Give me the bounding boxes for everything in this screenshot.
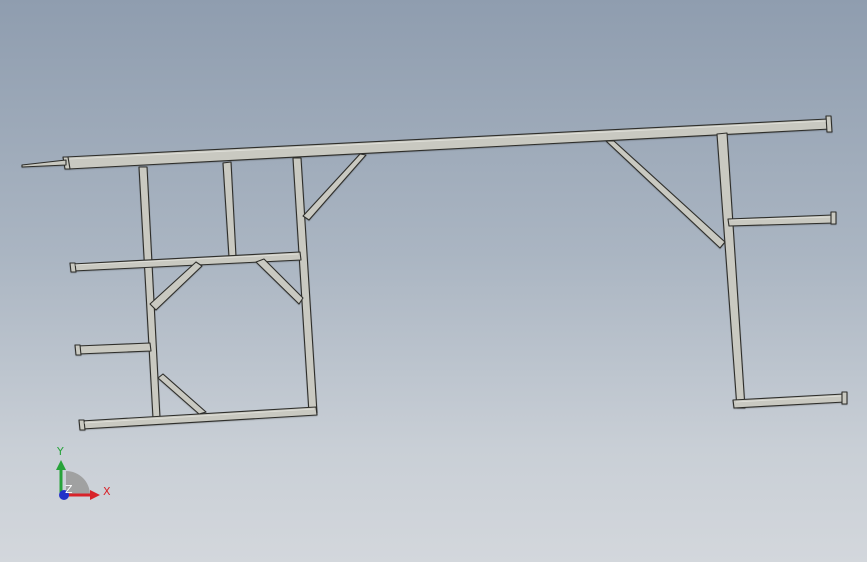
left-frame-post-2[interactable] xyxy=(222,161,237,258)
z-axis-label: Z xyxy=(65,483,73,496)
right-arm-lower-cap[interactable] xyxy=(841,391,848,405)
x-axis-label: X xyxy=(103,485,111,498)
y-axis-arrow xyxy=(56,460,66,470)
right-arm-upper-cap[interactable] xyxy=(830,211,837,225)
left-brace-upper-left[interactable] xyxy=(149,261,203,311)
right-brace[interactable] xyxy=(605,140,726,249)
left-frame-post-1[interactable] xyxy=(138,166,161,419)
left-arm-top-cap[interactable] xyxy=(69,262,77,273)
left-arm-middle-cap[interactable] xyxy=(74,344,82,356)
left-brace-lower[interactable] xyxy=(157,373,207,415)
left-brace-top[interactable] xyxy=(302,153,367,221)
frame-model[interactable] xyxy=(0,0,867,562)
x-axis-arrow xyxy=(90,490,100,500)
left-brace-upper-right[interactable] xyxy=(255,258,304,305)
top-rail-end-cap-right[interactable] xyxy=(825,115,833,133)
left-arm-bottom-cap[interactable] xyxy=(78,419,86,431)
right-arm-upper[interactable] xyxy=(727,214,835,227)
right-frame-post[interactable] xyxy=(716,132,746,409)
coordinate-triad: Y X Z xyxy=(56,445,111,500)
left-spike[interactable] xyxy=(21,159,67,168)
graphics-viewport[interactable]: Y X Z xyxy=(0,0,867,562)
y-axis-label: Y xyxy=(56,445,64,458)
left-arm-middle[interactable] xyxy=(76,342,152,355)
left-frame-post-3[interactable] xyxy=(292,157,318,414)
